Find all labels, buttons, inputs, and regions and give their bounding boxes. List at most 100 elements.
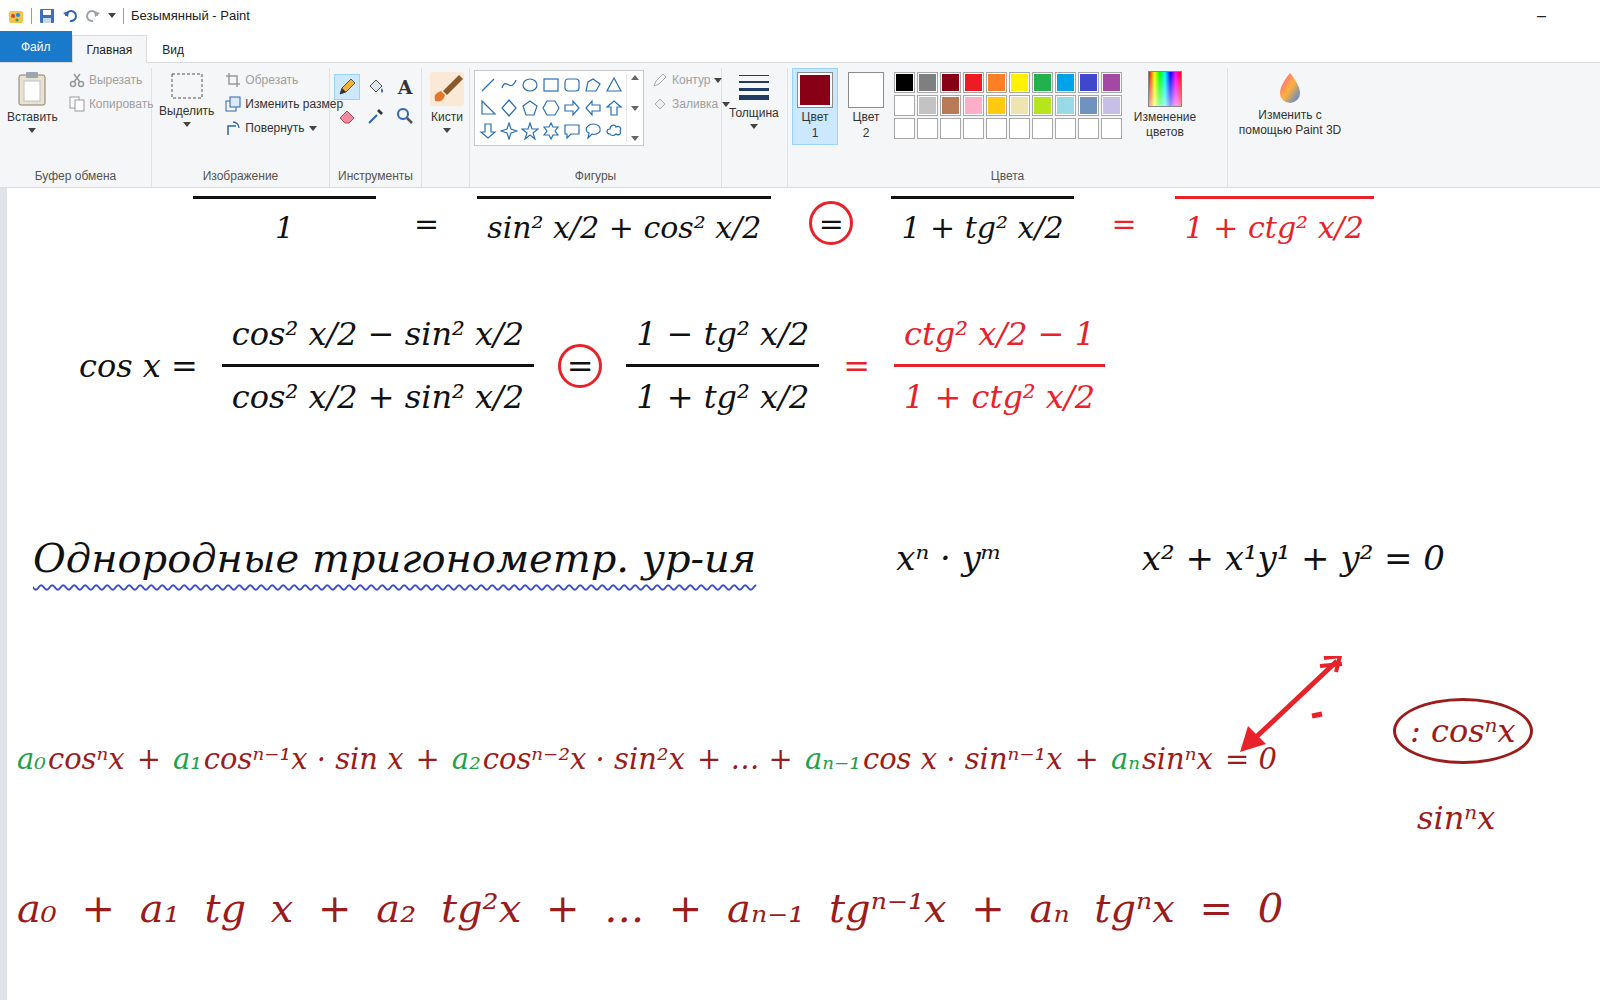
palette-swatch[interactable]: [1055, 72, 1076, 93]
resize-button[interactable]: Изменить размер: [222, 94, 325, 114]
shape-1-icon[interactable]: [499, 74, 519, 96]
palette-swatch[interactable]: [940, 95, 961, 116]
shape-8-icon[interactable]: [499, 97, 519, 119]
palette-swatch[interactable]: [1032, 118, 1053, 139]
size-group-label-space: [726, 165, 783, 187]
cut-button[interactable]: Вырезать: [66, 70, 147, 90]
formula-text: + … +: [697, 738, 793, 782]
palette-swatch[interactable]: [917, 72, 938, 93]
palette-swatch[interactable]: [1032, 95, 1053, 116]
numerator: 1 − tg² x/2: [626, 310, 819, 364]
palette-swatch[interactable]: [1101, 95, 1122, 116]
ribbon-tab[interactable]: Главная: [72, 35, 148, 63]
palette-swatch[interactable]: [1078, 118, 1099, 139]
shape-15-icon[interactable]: [499, 120, 519, 142]
coefficient: a₂: [452, 738, 481, 782]
shape-12-icon[interactable]: [583, 97, 603, 119]
fill-button[interactable]: Заливка: [649, 94, 717, 114]
rotate-icon: [225, 120, 241, 136]
palette-swatch[interactable]: [1101, 72, 1122, 93]
denominator: cos² x/2 + sin² x/2: [222, 364, 534, 421]
shape-style: Контур Заливка: [649, 68, 717, 114]
crop-button[interactable]: Обрезать: [222, 70, 325, 90]
palette-swatch[interactable]: [1101, 118, 1122, 139]
palette-swatch[interactable]: [1078, 72, 1099, 93]
dropdown-icon: [750, 124, 758, 129]
brushes-group-label-space: [426, 165, 465, 187]
palette-swatch[interactable]: [1055, 95, 1076, 116]
minimize-button[interactable]: –: [1529, 4, 1554, 28]
palette-swatch[interactable]: [894, 95, 915, 116]
palette-swatch[interactable]: [986, 118, 1007, 139]
fraction: cos² x/2 − sin² x/2cos² x/2 + sin² x/2: [222, 310, 534, 421]
shape-6-icon[interactable]: [604, 74, 624, 96]
shape-13-icon[interactable]: [604, 97, 624, 119]
shape-4-icon[interactable]: [562, 74, 582, 96]
shape-7-icon[interactable]: [478, 97, 498, 119]
pencil-tool[interactable]: [334, 74, 360, 100]
color-2-button[interactable]: Цвет2: [843, 68, 889, 145]
eraser-tool[interactable]: [334, 103, 360, 129]
file-menu[interactable]: Файл: [0, 31, 72, 62]
outline-button[interactable]: Контур: [649, 70, 717, 90]
palette-swatch[interactable]: [963, 118, 984, 139]
palette-swatch[interactable]: [963, 72, 984, 93]
palette-swatch[interactable]: [894, 72, 915, 93]
text-tool[interactable]: A: [392, 74, 418, 100]
coefficient: a₀: [17, 738, 46, 782]
palette-swatch[interactable]: [986, 72, 1007, 93]
select-button[interactable]: Выделить: [156, 68, 217, 130]
color-spectrum-icon: [1148, 71, 1182, 107]
shape-11-icon[interactable]: [562, 97, 582, 119]
palette-swatch[interactable]: [894, 118, 915, 139]
palette-swatch[interactable]: [1009, 95, 1030, 116]
fraction: 1 + ctg² x/2: [1175, 196, 1374, 250]
color-1-button[interactable]: Цвет1: [792, 68, 838, 145]
rotate-label: Повернуть: [245, 119, 304, 137]
copy-button[interactable]: Копировать: [66, 94, 147, 114]
brushes-label: Кисти: [431, 110, 463, 125]
size-group: Толщина: [722, 68, 788, 187]
rotate-button[interactable]: Повернуть: [222, 118, 325, 138]
brushes-button[interactable]: Кисти: [426, 68, 468, 136]
ribbon-tab[interactable]: Вид: [147, 35, 199, 63]
shape-10-icon[interactable]: [541, 97, 561, 119]
paint3d-button[interactable]: Изменить с помощью Paint 3D: [1232, 68, 1348, 141]
shape-17-icon[interactable]: [541, 120, 561, 142]
palette-swatch[interactable]: [917, 95, 938, 116]
palette-swatch[interactable]: [1078, 95, 1099, 116]
fill-tool[interactable]: [363, 74, 389, 100]
shape-20-icon[interactable]: [604, 120, 624, 142]
shape-19-icon[interactable]: [583, 120, 603, 142]
size-button[interactable]: Толщина: [726, 68, 782, 132]
palette-swatch[interactable]: [1055, 118, 1076, 139]
color-picker-tool[interactable]: [363, 103, 389, 129]
palette-swatch[interactable]: [963, 95, 984, 116]
palette-swatch[interactable]: [917, 118, 938, 139]
drawing-canvas[interactable]: 1=sin² x/2 + cos² x/2=1 + tg² x/2=1 + ct…: [0, 188, 1600, 1000]
formula-line: cos x = cos² x/2 − sin² x/2cos² x/2 + sin…: [79, 310, 1105, 421]
magnifier-tool[interactable]: [392, 103, 418, 129]
formula-text: cos x =: [79, 342, 198, 390]
palette-swatch[interactable]: [940, 72, 961, 93]
ribbon: ВставитьВырезатьКопироватьБуфер обменаВы…: [0, 63, 1600, 188]
shape-0-icon[interactable]: [478, 74, 498, 96]
outline-icon: [652, 72, 668, 88]
shape-2-icon[interactable]: [520, 74, 540, 96]
palette-swatch[interactable]: [940, 118, 961, 139]
shape-9-icon[interactable]: [520, 97, 540, 119]
palette-swatch[interactable]: [1032, 72, 1053, 93]
separator: [31, 8, 32, 24]
shape-18-icon[interactable]: [562, 120, 582, 142]
size-group-body: Толщина: [726, 68, 783, 165]
formula-text: +: [1075, 738, 1099, 782]
shape-3-icon[interactable]: [541, 74, 561, 96]
edit-colors-button[interactable]: Изменение цветов: [1127, 68, 1203, 143]
paste-button[interactable]: Вставить: [4, 68, 61, 136]
palette-swatch[interactable]: [1009, 72, 1030, 93]
shape-5-icon[interactable]: [583, 74, 603, 96]
shape-16-icon[interactable]: [520, 120, 540, 142]
shape-14-icon[interactable]: [478, 120, 498, 142]
palette-swatch[interactable]: [986, 95, 1007, 116]
palette-swatch[interactable]: [1009, 118, 1030, 139]
